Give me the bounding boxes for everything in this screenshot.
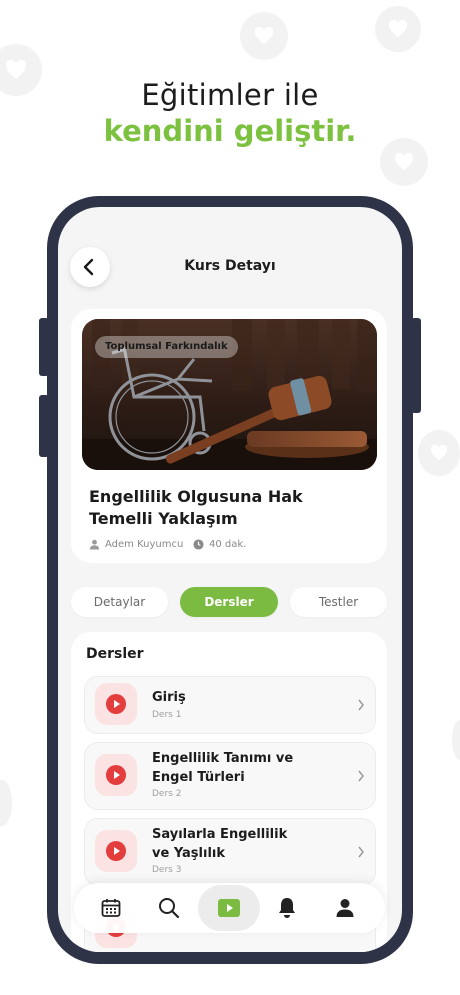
course-title-line2: Temelli Yaklaşım [89,509,238,528]
person-icon [89,539,100,550]
lesson-title-line2: Engel Türleri [152,770,245,785]
lesson-thumb [95,754,137,796]
nav-courses[interactable] [214,893,244,923]
lesson-title-line2: ve Yaşlılık [152,846,226,861]
tab-detaylar[interactable]: Detaylar [71,587,168,617]
tab-testler[interactable]: Testler [290,587,387,617]
lesson-title: Engellilik Tanımı ve Engel Türleri [152,749,342,787]
play-icon [218,899,240,917]
nav-search[interactable] [154,893,184,923]
lesson-subtitle: Ders 3 [152,865,182,875]
top-bar: Kurs Detayı [58,207,402,317]
play-circle-icon [106,841,126,861]
background-heart-icon [240,12,288,60]
calendar-icon [101,899,121,917]
background-heart-icon [0,780,12,826]
nav-profile[interactable] [330,893,360,923]
course-card: Toplumsal Farkındalık Engellilik Olgusun… [71,309,387,563]
profile-icon [336,899,354,917]
lesson-item[interactable]: Giriş Ders 1 [84,676,376,734]
play-circle-icon [106,765,126,785]
lesson-title-line1: Sayılarla Engellilik [152,827,288,842]
lesson-subtitle: Ders 1 [152,710,182,720]
course-title-line1: Engellilik Olgusuna Hak [89,487,303,506]
duration-text: 40 dak. [209,539,247,550]
course-title: Engellilik Olgusuna Hak Temelli Yaklaşım [89,486,379,530]
search-icon [159,898,180,919]
chevron-right-icon [358,770,364,782]
nav-calendar[interactable] [96,893,126,923]
duration: 40 dak. [193,538,273,552]
background-heart-icon [452,720,460,760]
lessons-heading: Dersler [86,646,144,662]
headline-line2: kendini geliştir. [103,114,357,148]
page-title: Kurs Detayı [184,258,276,274]
lesson-subtitle: Ders 2 [152,789,182,799]
nav-notifications[interactable] [272,893,302,923]
lesson-title: Sayılarla Engellilik ve Yaşlılık [152,825,342,863]
lesson-title-line1: Engellilik Tanımı ve [152,751,294,766]
phone-screen: Kurs Detayı Toplumsal Farkındalık Engell… [58,207,402,952]
instructor-name: Adem Kuyumcu [105,539,184,550]
lesson-thumb [95,683,137,725]
background-heart-icon [418,430,460,476]
bottom-navigation [74,883,385,933]
instructor: Adem Kuyumcu [89,538,209,552]
chevron-right-icon [358,846,364,858]
headline-line1: Eğitimler ile [141,78,319,112]
chevron-right-icon [358,699,364,711]
lesson-thumb [95,830,137,872]
clock-icon [193,539,204,550]
category-tag: Toplumsal Farkındalık [95,336,238,358]
lesson-title: Giriş [152,690,186,705]
lesson-item[interactable]: Engellilik Tanımı ve Engel Türleri Ders … [84,742,376,810]
background-heart-icon [375,6,421,52]
bell-icon [279,898,295,918]
tab-dersler[interactable]: Dersler [180,587,278,617]
lesson-item[interactable]: Sayılarla Engellilik ve Yaşlılık Ders 3 [84,818,376,886]
play-circle-icon [106,694,126,714]
course-image: Toplumsal Farkındalık [82,319,377,470]
